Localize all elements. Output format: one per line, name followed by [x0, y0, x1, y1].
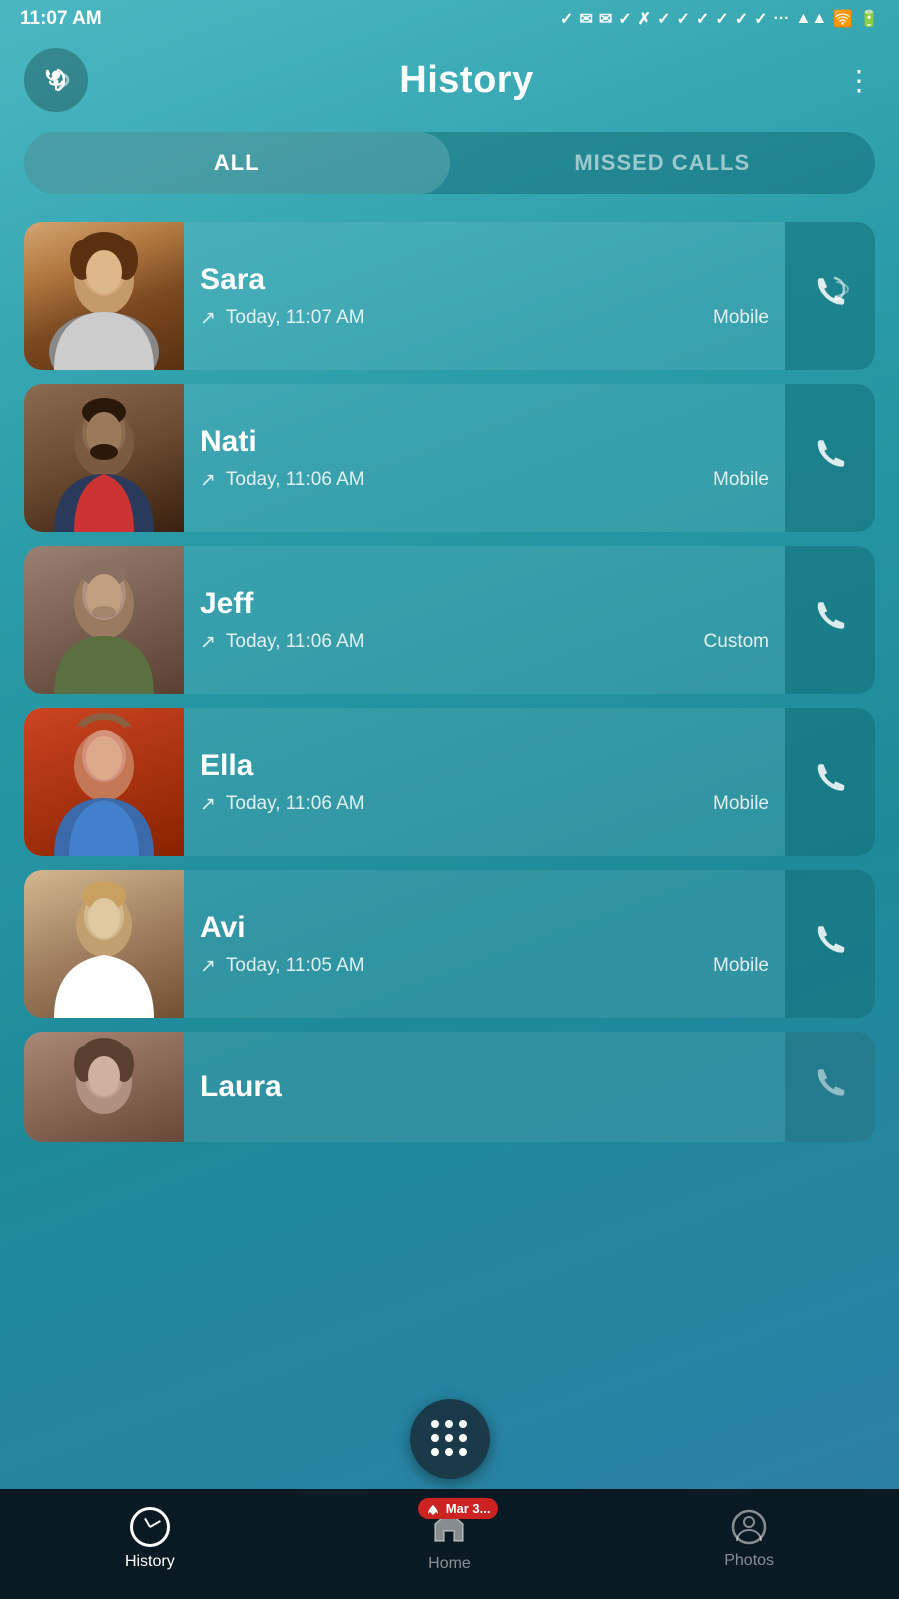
- call-meta-sara: ↗ Today, 11:07 AM Mobile: [200, 307, 769, 330]
- outgoing-icon-jeff: ↗: [200, 631, 216, 654]
- avatar-sara: [24, 222, 184, 370]
- avatar-jeff: [24, 546, 184, 694]
- call-item-laura[interactable]: Laura: [24, 1032, 875, 1142]
- call-meta-jeff: ↗ Today, 11:06 AM Custom: [200, 631, 769, 654]
- call-name-jeff: Jeff: [200, 587, 769, 621]
- header: History ⋮: [0, 38, 899, 132]
- call-action-nati[interactable]: [785, 384, 875, 532]
- call-time-jeff: Today, 11:06 AM: [226, 631, 365, 653]
- phone-icon-laura: [809, 1066, 851, 1108]
- call-list: Sara ↗ Today, 11:07 AM Mobile: [0, 222, 899, 1342]
- phone-icon-sara: [809, 275, 851, 317]
- call-item-nati[interactable]: Nati ↗ Today, 11:06 AM Mobile: [24, 384, 875, 532]
- phone-icon-ella: [809, 761, 851, 803]
- call-name-sara: Sara: [200, 263, 769, 297]
- tab-missed-calls[interactable]: MISSED CALLS: [450, 132, 876, 194]
- dialpad-button[interactable]: [410, 1399, 490, 1479]
- call-item-ella[interactable]: Ella ↗ Today, 11:06 AM Mobile: [24, 708, 875, 856]
- call-action-sara[interactable]: [785, 222, 875, 370]
- filter-tabs: ALL MISSED CALLS: [24, 132, 875, 194]
- home-icon-wrapper: Mar 3...: [430, 1506, 468, 1549]
- status-icons: ✓ ✉ ✉ ✓ ✗ ✓ ✓ ✓ ✓ ✓ ✓ ··· ▲▲ 🛜 🔋: [560, 9, 879, 29]
- avatar-avi: [24, 870, 184, 1018]
- nav-home[interactable]: Mar 3... Home: [399, 1506, 499, 1573]
- call-info-jeff: Jeff ↗ Today, 11:06 AM Custom: [184, 571, 785, 670]
- call-type-sara: Mobile: [713, 307, 769, 329]
- call-action-laura[interactable]: [785, 1032, 875, 1142]
- missed-call-badge: Mar 3...: [418, 1498, 498, 1520]
- outgoing-icon-sara: ↗: [200, 307, 216, 330]
- call-time-sara: Today, 11:07 AM: [226, 307, 365, 329]
- outgoing-icon-avi: ↗: [200, 955, 216, 978]
- nav-photos-label: Photos: [724, 1552, 774, 1570]
- call-meta-avi: ↗ Today, 11:05 AM Mobile: [200, 955, 769, 978]
- call-list-inner: Sara ↗ Today, 11:07 AM Mobile: [0, 222, 899, 1142]
- bottom-nav: History Mar 3... Home Photos: [0, 1489, 899, 1599]
- call-type-jeff: Custom: [704, 631, 769, 653]
- outgoing-icon-ella: ↗: [200, 793, 216, 816]
- phone-icon-nati: [809, 437, 851, 479]
- avatar-laura: [24, 1032, 184, 1142]
- call-info-ella: Ella ↗ Today, 11:06 AM Mobile: [184, 733, 785, 832]
- call-action-jeff[interactable]: [785, 546, 875, 694]
- call-name-nati: Nati: [200, 425, 769, 459]
- status-time: 11:07 AM: [20, 8, 102, 30]
- call-item-avi[interactable]: Avi ↗ Today, 11:05 AM Mobile: [24, 870, 875, 1018]
- history-clock-icon: [130, 1507, 170, 1547]
- call-meta-ella: ↗ Today, 11:06 AM Mobile: [200, 793, 769, 816]
- call-time-ella: Today, 11:06 AM: [226, 793, 365, 815]
- dialpad-grid-icon: [431, 1420, 469, 1458]
- call-time-nati: Today, 11:06 AM: [226, 469, 365, 491]
- call-type-avi: Mobile: [713, 955, 769, 977]
- missed-call-icon: [426, 1502, 440, 1516]
- status-bar: 11:07 AM ✓ ✉ ✉ ✓ ✗ ✓ ✓ ✓ ✓ ✓ ✓ ··· ▲▲ 🛜 …: [0, 0, 899, 38]
- call-info-sara: Sara ↗ Today, 11:07 AM Mobile: [184, 247, 785, 346]
- more-options-button[interactable]: ⋮: [845, 64, 875, 97]
- call-meta-nati: ↗ Today, 11:06 AM Mobile: [200, 469, 769, 492]
- phone-icon-avi: [809, 923, 851, 965]
- call-action-avi[interactable]: [785, 870, 875, 1018]
- nav-history[interactable]: History: [100, 1507, 200, 1571]
- avatar-ella: [24, 708, 184, 856]
- call-action-ella[interactable]: [785, 708, 875, 856]
- call-name-laura: Laura: [200, 1070, 769, 1104]
- nav-home-label: Home: [428, 1555, 471, 1573]
- nav-photos[interactable]: Photos: [699, 1508, 799, 1570]
- call-type-ella: Mobile: [713, 793, 769, 815]
- call-time-avi: Today, 11:05 AM: [226, 955, 365, 977]
- avatar-nati: [24, 384, 184, 532]
- call-name-ella: Ella: [200, 749, 769, 783]
- call-name-avi: Avi: [200, 911, 769, 945]
- outgoing-icon-nati: ↗: [200, 469, 216, 492]
- tab-all[interactable]: ALL: [24, 132, 450, 194]
- nav-history-label: History: [125, 1553, 175, 1571]
- microphone-button[interactable]: [24, 48, 88, 112]
- call-type-nati: Mobile: [713, 469, 769, 491]
- page-title: History: [399, 59, 533, 102]
- missed-badge-text: Mar 3...: [446, 1501, 491, 1516]
- call-item-jeff[interactable]: Jeff ↗ Today, 11:06 AM Custom: [24, 546, 875, 694]
- phone-icon-jeff: [809, 599, 851, 641]
- call-item-sara[interactable]: Sara ↗ Today, 11:07 AM Mobile: [24, 222, 875, 370]
- photos-icon: [730, 1508, 768, 1546]
- call-info-nati: Nati ↗ Today, 11:06 AM Mobile: [184, 409, 785, 508]
- call-info-avi: Avi ↗ Today, 11:05 AM Mobile: [184, 895, 785, 994]
- call-info-laura: Laura: [184, 1054, 785, 1120]
